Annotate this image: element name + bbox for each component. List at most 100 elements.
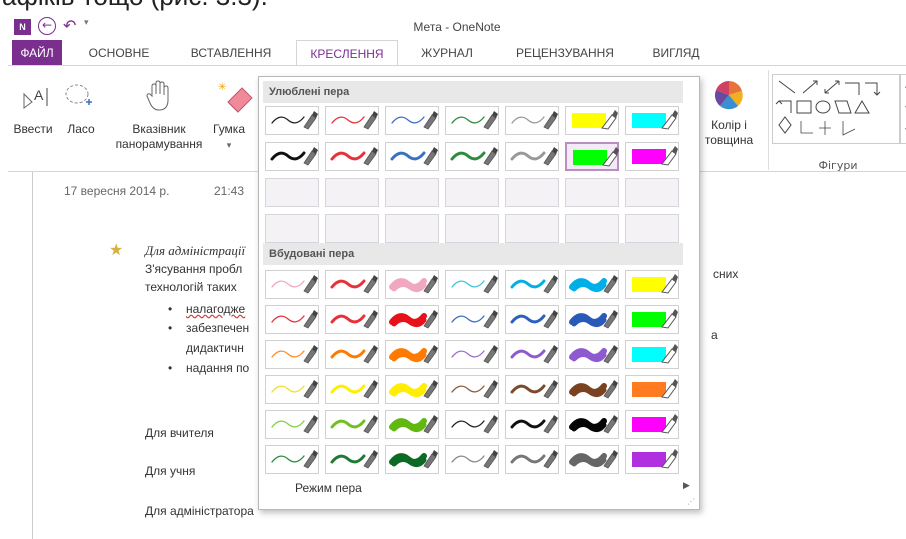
pen-swatch[interactable]: [265, 142, 319, 171]
empty-pen-slot: [505, 178, 559, 207]
pen-swatch[interactable]: [625, 106, 679, 135]
eraser-button[interactable]: Гумка: [204, 122, 254, 137]
resize-grip-icon[interactable]: ⋰: [687, 497, 695, 506]
pen-swatch[interactable]: [625, 445, 679, 474]
pen-swatch[interactable]: [385, 106, 439, 135]
pen-swatch[interactable]: [505, 142, 559, 171]
pen-swatch[interactable]: [565, 410, 619, 439]
window-title: Мета - OneNote: [413, 20, 501, 34]
shapes-gallery[interactable]: [772, 74, 900, 144]
empty-pen-slot: [625, 214, 679, 243]
pen-mode-menu-item[interactable]: Режим пера: [295, 481, 362, 495]
empty-pen-slot: [265, 214, 319, 243]
pen-swatch[interactable]: [265, 270, 319, 299]
pen-swatch[interactable]: [385, 270, 439, 299]
lasso-button[interactable]: Ласо: [62, 122, 100, 137]
pen-swatch[interactable]: [625, 305, 679, 334]
pen-swatch[interactable]: [625, 410, 679, 439]
empty-pen-slot: [625, 178, 679, 207]
pen-swatch[interactable]: [325, 410, 379, 439]
type-cursor-icon: A: [22, 84, 50, 114]
empty-pen-slot: [325, 214, 379, 243]
pen-swatch[interactable]: [385, 305, 439, 334]
pen-swatch[interactable]: [385, 410, 439, 439]
submenu-arrow-icon: ▶: [683, 481, 690, 491]
eraser-dropdown-icon[interactable]: ▾: [224, 138, 234, 153]
eraser-icon: ✳: [218, 80, 254, 118]
pen-swatch[interactable]: [385, 340, 439, 369]
bullet-dot: •: [168, 302, 173, 316]
type-button[interactable]: Ввести: [8, 122, 58, 137]
pen-swatch[interactable]: [325, 375, 379, 404]
pen-swatch[interactable]: [565, 375, 619, 404]
pen-swatch[interactable]: [565, 142, 619, 171]
pen-swatch[interactable]: [625, 340, 679, 369]
tab-review[interactable]: РЕЦЕНЗУВАННЯ: [502, 40, 628, 66]
pen-swatch[interactable]: [325, 106, 379, 135]
page-margin-line: [32, 172, 33, 539]
pen-swatch[interactable]: [385, 445, 439, 474]
pen-swatch[interactable]: [625, 375, 679, 404]
pan-label-line2: панорамування: [115, 137, 203, 151]
pen-swatch[interactable]: [325, 340, 379, 369]
group-divider: [768, 70, 769, 170]
svg-text:✳: ✳: [218, 82, 226, 93]
pen-swatch[interactable]: [445, 445, 499, 474]
empty-pen-slot: [445, 178, 499, 207]
pen-swatch[interactable]: [385, 375, 439, 404]
empty-pen-slot: [385, 178, 439, 207]
pen-swatch[interactable]: [265, 375, 319, 404]
pen-swatch[interactable]: [445, 375, 499, 404]
pen-swatch[interactable]: [565, 106, 619, 135]
pen-swatch[interactable]: [565, 445, 619, 474]
empty-pen-slot: [325, 178, 379, 207]
pen-swatch[interactable]: [325, 270, 379, 299]
note-date: 17 вересня 2014 р.: [64, 184, 170, 198]
pen-swatch[interactable]: [505, 375, 559, 404]
favorites-header: Улюблені пера: [263, 81, 683, 103]
pen-swatch[interactable]: [505, 410, 559, 439]
tab-history[interactable]: ЖУРНАЛ: [406, 40, 488, 66]
pen-swatch[interactable]: [265, 305, 319, 334]
pen-swatch[interactable]: [565, 340, 619, 369]
pen-swatch[interactable]: [445, 270, 499, 299]
tab-home[interactable]: ОСНОВНЕ: [78, 40, 160, 66]
title-bar: N ← ↶ ▾ Мета - OneNote: [8, 14, 906, 40]
pen-swatch[interactable]: [445, 305, 499, 334]
pen-swatch[interactable]: [325, 445, 379, 474]
panning-hand-button[interactable]: Вказівник панорамування: [114, 122, 204, 152]
pan-label-line1: Вказівник: [132, 122, 186, 136]
pen-swatch[interactable]: [265, 410, 319, 439]
color-label-line2: товщина: [704, 133, 754, 147]
pen-swatch[interactable]: [325, 142, 379, 171]
pen-swatch[interactable]: [505, 270, 559, 299]
bullet-dot: •: [168, 361, 173, 375]
pen-swatch[interactable]: [505, 305, 559, 334]
pen-swatch[interactable]: [385, 142, 439, 171]
pen-swatch[interactable]: [265, 106, 319, 135]
pen-swatch[interactable]: [565, 270, 619, 299]
pen-swatch[interactable]: [265, 445, 319, 474]
pen-swatch[interactable]: [505, 340, 559, 369]
pen-swatch[interactable]: [505, 445, 559, 474]
bullet-item-1: налагодже: [186, 302, 246, 316]
pen-swatch[interactable]: [445, 106, 499, 135]
shapes-scroll[interactable]: ▴▾▿: [900, 74, 906, 144]
pen-swatch[interactable]: [625, 270, 679, 299]
color-wheel-icon: [714, 80, 744, 114]
tab-draw[interactable]: КРЕСЛЕННЯ: [296, 40, 398, 66]
tab-insert[interactable]: ВСТАВЛЕННЯ: [176, 40, 286, 66]
pen-swatch[interactable]: [625, 142, 679, 171]
pen-swatch[interactable]: [565, 305, 619, 334]
pen-swatch[interactable]: [445, 142, 499, 171]
pen-swatch[interactable]: [265, 340, 319, 369]
pen-swatch[interactable]: [445, 410, 499, 439]
color-thickness-button[interactable]: Колір і товщина: [696, 118, 762, 148]
pen-swatch[interactable]: [445, 340, 499, 369]
tab-view[interactable]: ВИГЛЯД: [640, 40, 712, 66]
hand-pan-icon: [146, 80, 172, 116]
pen-swatch[interactable]: [325, 305, 379, 334]
pen-swatch[interactable]: [505, 106, 559, 135]
lasso-icon: [64, 82, 94, 116]
tab-file[interactable]: ФАЙЛ: [12, 40, 62, 66]
